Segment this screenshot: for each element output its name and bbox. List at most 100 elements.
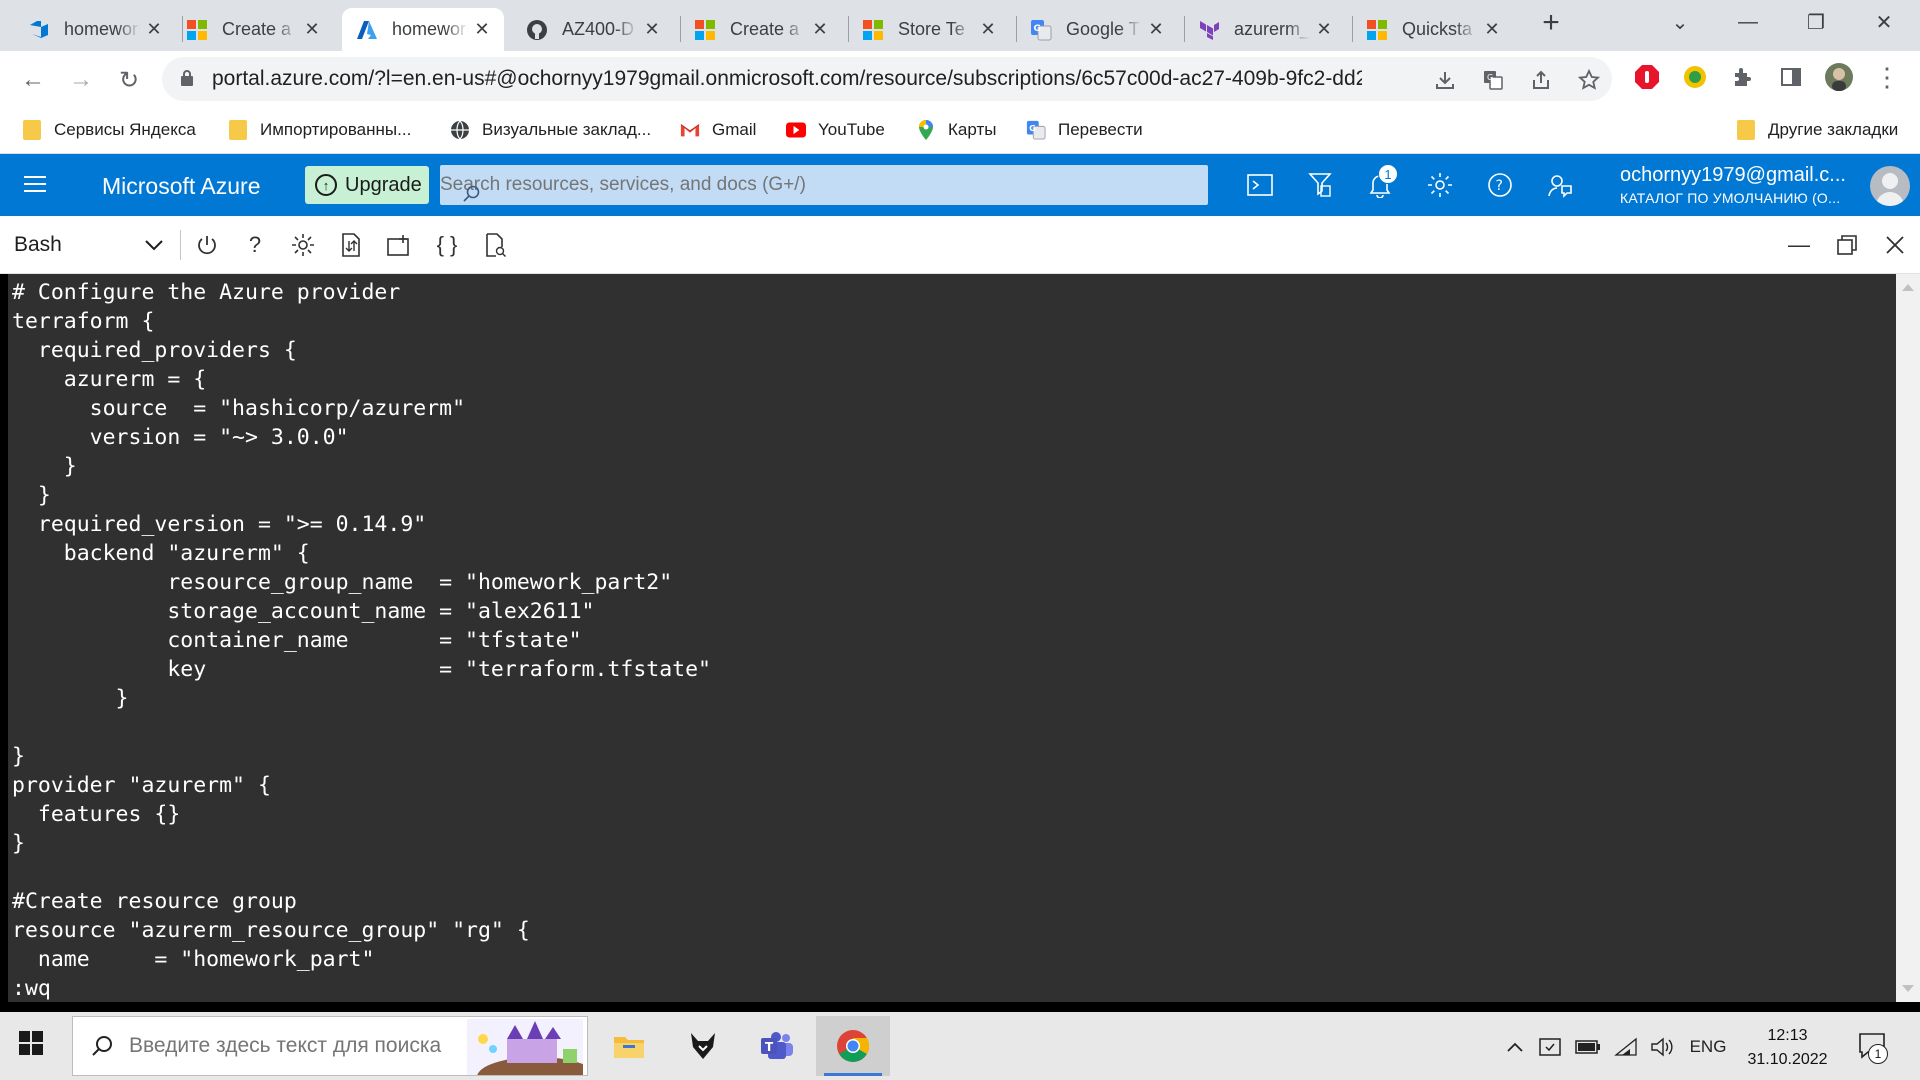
bookmark-item[interactable]: Импортированны... [228,115,411,145]
terminal-output[interactable]: # Configure the Azure provider terraform … [8,274,1896,1002]
bookmark-item[interactable]: G Перевести [1026,115,1143,145]
browser-tab[interactable]: Create a ✕ [172,8,334,51]
search-highlight-illustration [467,1019,583,1075]
wolf-app-icon[interactable] [666,1016,740,1076]
bookmark-item[interactable]: Визуальные заклад... [450,115,651,145]
tab-close-icon[interactable]: ✕ [1314,19,1334,40]
svg-text:G: G [1029,123,1036,133]
browser-tab[interactable]: Store Te ✕ [848,8,1010,51]
browser-tab[interactable]: Quicksta ✕ [1352,8,1514,51]
taskbar-search-input[interactable] [129,1034,459,1058]
browser-tab[interactable]: AZ400-D ✕ [512,8,674,51]
browser-tab[interactable]: homework ✕ [14,8,176,51]
web-preview-icon[interactable] [478,228,512,262]
maximize-shell-button[interactable] [1830,228,1864,262]
install-app-icon[interactable] [1432,67,1458,93]
tab-close-icon[interactable]: ✕ [642,19,662,40]
close-window-button[interactable]: ✕ [1856,0,1912,44]
volume-icon[interactable] [1648,1034,1676,1060]
account-avatar[interactable] [1870,166,1910,206]
battery-icon[interactable] [1574,1034,1602,1060]
minimize-window-button[interactable]: — [1720,0,1776,44]
reload-icon[interactable]: ↻ [112,63,146,97]
wifi-icon[interactable] [1612,1034,1640,1060]
settings-gear-icon[interactable] [1423,168,1457,202]
terminal-line: backend "azurerm" { [12,541,310,566]
other-bookmarks[interactable]: Другие закладки [1736,115,1898,145]
terminal-line: resource_group_name = "homework_part2" [12,570,673,595]
url-text[interactable]: portal.azure.com/?l=en.en-us#@ochornyy19… [212,67,1362,91]
terminal-window[interactable]: # Configure the Azure provider terraform … [0,274,1920,1002]
forward-icon[interactable]: → [64,63,98,97]
scroll-down-icon[interactable] [1902,985,1914,992]
minimize-shell-button[interactable]: — [1782,228,1816,262]
portal-menu-icon[interactable] [24,176,46,194]
account-directory: КАТАЛОГ ПО УМОЛЧАНИЮ (О... [1620,190,1841,206]
tab-search-icon[interactable]: ⌄ [1652,0,1708,44]
tab-close-icon[interactable]: ✕ [144,19,164,40]
tab-close-icon[interactable]: ✕ [1482,19,1502,40]
azure-brand[interactable]: Microsoft Azure [102,173,261,200]
file-explorer-icon[interactable] [592,1016,666,1076]
shell-type-select[interactable]: Bash [14,230,164,260]
tab-close-icon[interactable]: ✕ [302,19,322,40]
chrome-taskbar-icon[interactable] [816,1016,890,1076]
help-icon[interactable]: ? [1483,168,1517,202]
address-bar[interactable]: portal.azure.com/?l=en.en-us#@ochornyy19… [162,57,1612,101]
screen: homework ✕ Create a ✕ homework ✕ AZ400-D ✕ Creat… [0,0,1920,1080]
new-tab-button[interactable]: + [1531,6,1571,40]
azure-search-box[interactable] [440,165,1208,205]
tab-close-icon[interactable]: ✕ [472,19,492,40]
vpn-extension-icon[interactable] [1680,62,1710,92]
browser-tab[interactable]: G Google T ✕ [1016,8,1178,51]
side-panel-icon[interactable] [1776,62,1806,92]
windows-start-icon[interactable] [18,1030,50,1062]
upload-download-icon[interactable] [334,228,368,262]
restore-window-button[interactable]: ❐ [1788,0,1844,44]
show-hidden-icons-chevron[interactable] [1502,1034,1528,1060]
tab-title: AZ400-D [562,19,635,39]
tab-close-icon[interactable]: ✕ [1146,19,1166,40]
shell-settings-icon[interactable] [286,228,320,262]
editor-braces-icon[interactable]: { } [430,228,464,262]
browser-menu-icon[interactable]: ⋮ [1872,62,1902,92]
translate-page-icon[interactable]: G [1480,67,1506,93]
google-translate-icon: G [1030,19,1052,41]
browser-tab[interactable]: azurerm_ ✕ [1184,8,1346,51]
bookmark-star-icon[interactable] [1576,67,1602,93]
cloud-shell-icon[interactable] [1243,168,1277,202]
tab-close-icon[interactable]: ✕ [978,19,998,40]
browser-tab[interactable]: Create a ✕ [680,8,842,51]
profile-avatar[interactable] [1824,62,1854,92]
teams-icon[interactable]: T [740,1016,814,1076]
adblock-extension-icon[interactable] [1632,62,1662,92]
terminal-line: } [12,831,25,856]
terminal-line: resource "azurerm_resource_group" "rg" { [12,918,530,943]
taskbar-search-box[interactable] [72,1016,588,1076]
browser-tab[interactable]: homework ✕ [342,8,504,51]
scroll-up-icon[interactable] [1902,284,1914,291]
bookmark-item[interactable]: Сервисы Яндекса [22,115,196,145]
bookmark-item[interactable]: Карты [916,115,996,145]
bookmark-item[interactable]: Gmail [680,115,756,145]
tab-close-icon[interactable]: ✕ [810,19,830,40]
system-clock[interactable]: 12:13 31.10.2022 [1740,1024,1835,1072]
feedback-icon[interactable] [1543,168,1577,202]
back-icon[interactable]: ← [16,63,50,97]
upgrade-label: Upgrade [345,173,422,196]
sync-status-icon[interactable] [1536,1034,1564,1060]
open-new-session-icon[interactable] [382,228,416,262]
account-info[interactable]: ochornyy1979@gmail.c... КАТАЛОГ ПО УМОЛЧ… [1620,164,1846,206]
terraform-icon [1198,19,1220,41]
input-language[interactable]: ENG [1684,1034,1732,1060]
terminal-scrollbar[interactable] [1896,274,1920,1002]
extensions-puzzle-icon[interactable] [1728,62,1758,92]
upgrade-button[interactable]: ↑ Upgrade [305,166,429,204]
bookmark-item[interactable]: YouTube [786,115,885,145]
azure-search-input[interactable] [440,174,1140,196]
help-question-icon[interactable]: ? [238,228,272,262]
close-shell-button[interactable] [1878,228,1912,262]
share-icon[interactable] [1528,67,1554,93]
directory-filter-icon[interactable] [1303,168,1337,202]
restart-power-icon[interactable] [190,228,224,262]
